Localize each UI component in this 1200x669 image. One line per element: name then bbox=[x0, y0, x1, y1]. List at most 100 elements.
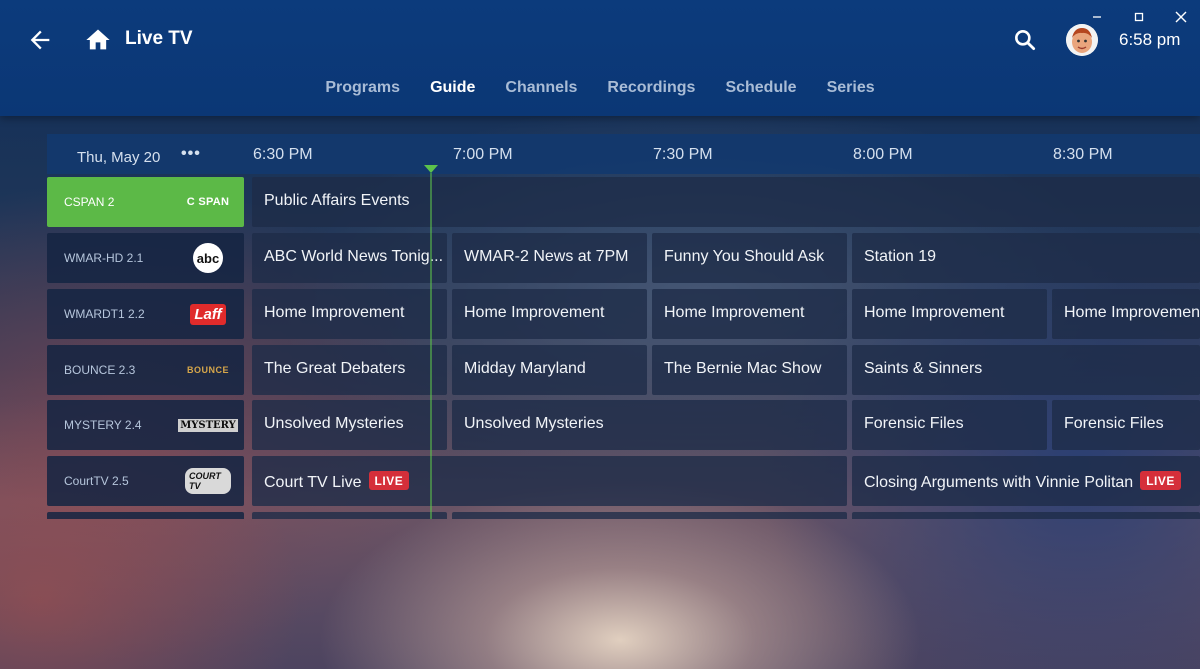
channel-name: WMAR-HD 2.1 bbox=[64, 251, 144, 265]
program-title: Forensic Files bbox=[1064, 415, 1164, 432]
program-title: Station 19 bbox=[864, 248, 937, 265]
minimize-icon bbox=[1093, 16, 1101, 18]
channel-cell[interactable] bbox=[47, 512, 244, 519]
program-cell[interactable]: Funny You Should Ask bbox=[652, 233, 847, 283]
program-cell[interactable]: Home Improvemen bbox=[1052, 289, 1200, 339]
time-slot: 8:00 PM bbox=[853, 146, 913, 163]
program-cell[interactable]: Home Improvement bbox=[252, 289, 447, 339]
mystery-logo: MYSTERY bbox=[178, 409, 238, 441]
laff-logo: Laff bbox=[185, 298, 231, 330]
close-button[interactable] bbox=[1174, 10, 1188, 24]
minimize-button[interactable] bbox=[1090, 10, 1104, 24]
program-title: Court TV Live bbox=[264, 474, 362, 491]
channel-row: MYSTERY 2.4 MYSTERY Unsolved Mysteries U… bbox=[47, 400, 1200, 450]
tab-guide[interactable]: Guide bbox=[415, 76, 490, 102]
more-options-button[interactable]: ••• bbox=[181, 145, 201, 163]
program-title-live: Court TV Live LIVE bbox=[264, 471, 410, 492]
program-cell[interactable] bbox=[852, 512, 1200, 519]
time-header: Thu, May 20 ••• 6:30 PM 7:00 PM 7:30 PM … bbox=[47, 134, 1200, 174]
logo-text: COURT TV bbox=[185, 468, 231, 494]
channel-cell[interactable]: MYSTERY 2.4 MYSTERY bbox=[47, 400, 244, 450]
channel-name: CourtTV 2.5 bbox=[64, 474, 129, 488]
channel-row: CourtTV 2.5 COURT TV Court TV Live LIVE C… bbox=[47, 456, 1200, 506]
live-badge: LIVE bbox=[1140, 471, 1181, 490]
program-title: The Great Debaters bbox=[264, 360, 406, 377]
search-button[interactable] bbox=[1012, 27, 1038, 53]
avatar-icon bbox=[1066, 24, 1098, 56]
channel-name: CSPAN 2 bbox=[64, 195, 115, 209]
program-cell[interactable]: Closing Arguments with Vinnie Politan LIV… bbox=[852, 456, 1200, 506]
tv-guide-grid: Thu, May 20 ••• 6:30 PM 7:00 PM 7:30 PM … bbox=[47, 134, 1200, 519]
time-slot: 8:30 PM bbox=[1053, 146, 1113, 163]
date-label: Thu, May 20 bbox=[77, 149, 161, 166]
program-title: Home Improvement bbox=[264, 304, 405, 321]
channel-row bbox=[47, 512, 1200, 519]
program-cell[interactable]: Unsolved Mysteries bbox=[252, 400, 447, 450]
program-cell[interactable]: The Great Debaters bbox=[252, 345, 447, 395]
channel-cell[interactable]: WMAR-HD 2.1 abc bbox=[47, 233, 244, 283]
bounce-logo: BOUNCE bbox=[185, 354, 231, 386]
logo-text: abc bbox=[196, 250, 220, 266]
courttv-logo: COURT TV bbox=[185, 465, 231, 497]
program-cell[interactable]: Court TV Live LIVE bbox=[252, 456, 847, 506]
program-cell[interactable]: Saints & Sinners bbox=[852, 345, 1200, 395]
time-slot: 6:30 PM bbox=[253, 146, 313, 163]
program-cell[interactable]: Home Improvement bbox=[452, 289, 647, 339]
logo-text: C SPAN bbox=[186, 196, 230, 208]
channel-cell[interactable]: CourtTV 2.5 COURT TV bbox=[47, 456, 244, 506]
program-title: Home Improvement bbox=[664, 304, 805, 321]
logo-text: Laff bbox=[190, 303, 226, 325]
maximize-icon bbox=[1134, 12, 1144, 22]
channel-cell[interactable]: BOUNCE 2.3 BOUNCE bbox=[47, 345, 244, 395]
home-button[interactable] bbox=[84, 26, 112, 54]
program-cell[interactable]: Forensic Files bbox=[1052, 400, 1200, 450]
program-cell[interactable]: Midday Maryland bbox=[452, 345, 647, 395]
channel-row: WMAR-HD 2.1 abc ABC World News Tonig... … bbox=[47, 233, 1200, 283]
channel-name: WMARDT1 2.2 bbox=[64, 307, 145, 321]
channel-cell[interactable]: WMARDT1 2.2 Laff bbox=[47, 289, 244, 339]
abc-logo: abc bbox=[185, 242, 231, 274]
program-cell[interactable] bbox=[452, 512, 847, 519]
program-cell[interactable]: Station 19 bbox=[852, 233, 1200, 283]
user-avatar[interactable] bbox=[1066, 24, 1098, 56]
current-time-line bbox=[430, 173, 432, 519]
program-title: WMAR-2 News at 7PM bbox=[464, 248, 629, 265]
program-title: Forensic Files bbox=[864, 415, 964, 432]
page-title: Live TV bbox=[125, 28, 193, 49]
tab-programs[interactable]: Programs bbox=[310, 76, 415, 102]
program-title: ABC World News Tonig... bbox=[264, 248, 444, 265]
window-controls bbox=[1090, 10, 1188, 26]
time-slot: 7:00 PM bbox=[453, 146, 513, 163]
program-title: Unsolved Mysteries bbox=[264, 415, 404, 432]
program-cell[interactable]: Unsolved Mysteries bbox=[452, 400, 847, 450]
current-time-marker bbox=[424, 165, 438, 173]
tab-channels[interactable]: Channels bbox=[490, 76, 592, 102]
channel-cell[interactable]: CSPAN 2 C SPAN bbox=[47, 177, 244, 227]
tab-schedule[interactable]: Schedule bbox=[710, 76, 811, 102]
back-button[interactable] bbox=[26, 26, 54, 54]
logo-text: MYSTERY bbox=[178, 418, 238, 432]
program-cell[interactable]: Public Affairs Events bbox=[252, 177, 1200, 227]
program-cell[interactable]: Home Improvement bbox=[652, 289, 847, 339]
program-title: Home Improvement bbox=[464, 304, 605, 321]
search-icon bbox=[1015, 30, 1036, 51]
home-icon bbox=[86, 29, 110, 50]
top-bar: Live TV 6:58 pm Programs Guide Channels … bbox=[0, 0, 1200, 116]
program-title: Closing Arguments with Vinnie Politan bbox=[864, 474, 1134, 491]
close-icon bbox=[1175, 11, 1187, 23]
time-slot: 7:30 PM bbox=[653, 146, 713, 163]
program-title: Home Improvement bbox=[864, 304, 1005, 321]
program-title: The Bernie Mac Show bbox=[664, 360, 822, 377]
program-cell[interactable]: The Bernie Mac Show bbox=[652, 345, 847, 395]
program-cell[interactable] bbox=[252, 512, 447, 519]
program-cell[interactable]: ABC World News Tonig... bbox=[252, 233, 447, 283]
maximize-button[interactable] bbox=[1132, 10, 1146, 24]
program-cell[interactable]: Home Improvement bbox=[852, 289, 1047, 339]
tab-recordings[interactable]: Recordings bbox=[592, 76, 710, 102]
logo-text: BOUNCE bbox=[186, 365, 229, 375]
tab-series[interactable]: Series bbox=[812, 76, 890, 102]
clock: 6:58 pm bbox=[1119, 30, 1181, 49]
program-cell[interactable]: WMAR-2 News at 7PM bbox=[452, 233, 647, 283]
program-cell[interactable]: Forensic Files bbox=[852, 400, 1047, 450]
channel-name: BOUNCE 2.3 bbox=[64, 363, 136, 377]
